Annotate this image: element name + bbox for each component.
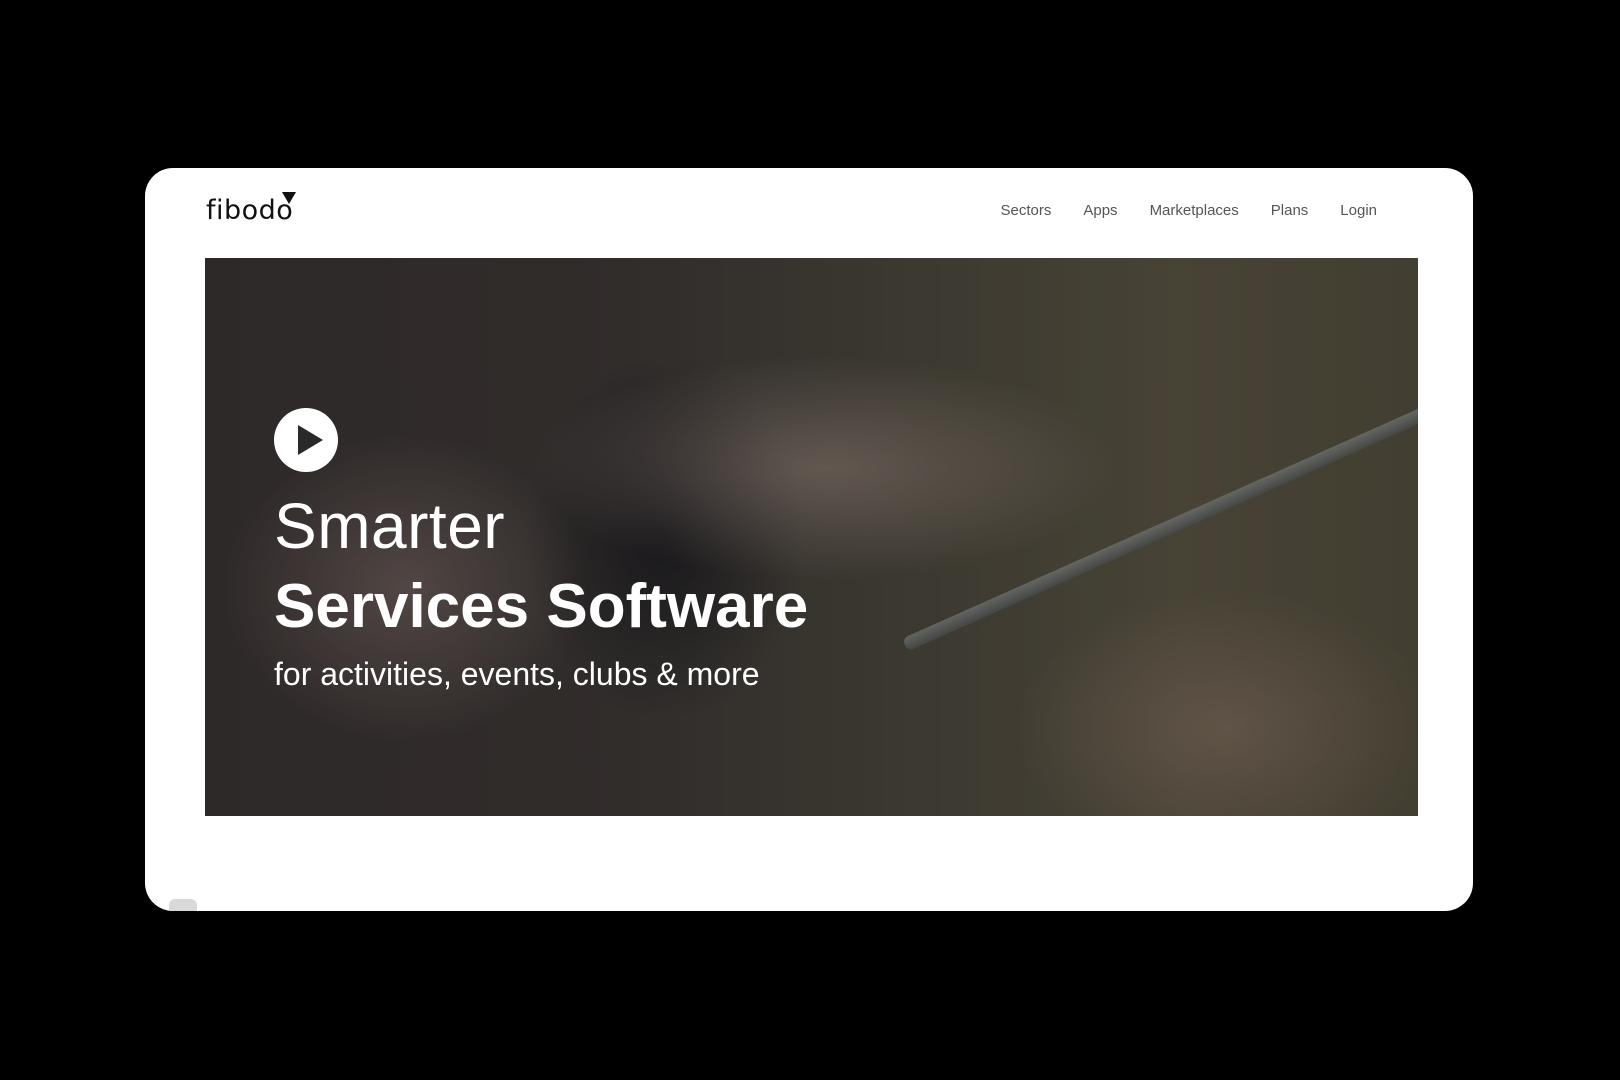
hero-headline-bold: Services Software bbox=[274, 571, 809, 641]
nav-item-apps[interactable]: Apps bbox=[1083, 202, 1117, 219]
top-navigation: fibodo Sectors Apps Marketplaces Plans L… bbox=[145, 168, 1473, 258]
nav-item-marketplaces[interactable]: Marketplaces bbox=[1150, 202, 1239, 219]
hero-content: Smarter Services Software for activities… bbox=[274, 408, 808, 693]
nav-item-sectors[interactable]: Sectors bbox=[1001, 202, 1052, 219]
fibodo-logo[interactable]: fibodo bbox=[206, 190, 296, 230]
nav-item-login[interactable]: Login bbox=[1340, 202, 1377, 219]
hero-banner: Smarter Services Software for activities… bbox=[205, 258, 1418, 816]
hero-headline-light: Smarter bbox=[274, 490, 506, 562]
browser-window: fibodo Sectors Apps Marketplaces Plans L… bbox=[145, 168, 1473, 911]
logo-triangle-icon bbox=[282, 192, 296, 204]
scroll-tab[interactable] bbox=[169, 899, 197, 911]
nav-item-plans[interactable]: Plans bbox=[1271, 202, 1309, 219]
hero-subline: for activities, events, clubs & more bbox=[274, 655, 760, 692]
play-icon bbox=[298, 425, 323, 455]
logo-text: fibodo bbox=[206, 194, 294, 226]
nav-links: Sectors Apps Marketplaces Plans Login bbox=[1001, 202, 1378, 219]
play-video-button[interactable] bbox=[274, 408, 338, 472]
